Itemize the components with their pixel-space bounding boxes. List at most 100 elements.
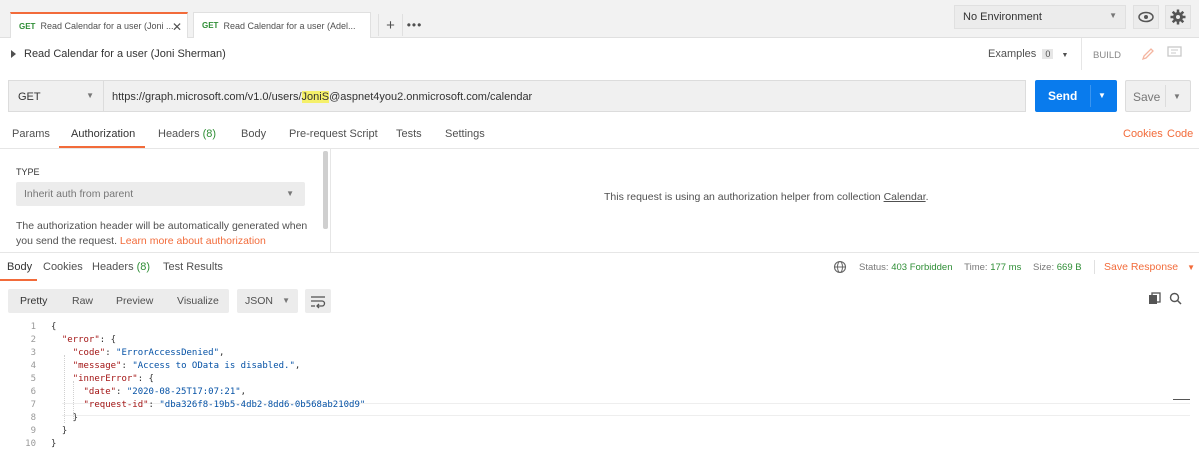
code-line: 7 "request-id": "dba326f8-19b5-4db2-8dd6…: [0, 399, 1190, 412]
send-button[interactable]: Send ▼: [1035, 80, 1117, 112]
environment-quick-look-button[interactable]: [1133, 5, 1159, 29]
more-tabs-icon[interactable]: •••: [402, 14, 426, 36]
wrap-lines-icon: [311, 296, 326, 309]
code-line: 3 "code": "ErrorAccessDenied",: [0, 347, 1190, 360]
tab-headers-label: Headers: [158, 128, 200, 140]
line-number: 2: [30, 335, 36, 345]
auth-helper-text: This request is using an authorization h…: [604, 191, 881, 203]
response-tab-cookies[interactable]: Cookies: [43, 261, 83, 273]
time-label: Time:: [964, 262, 988, 273]
auth-type-label: TYPE: [16, 167, 40, 177]
chevron-down-icon[interactable]: ▼: [1098, 91, 1106, 100]
scrollbar[interactable]: [323, 151, 328, 229]
response-language-value: JSON: [245, 295, 274, 307]
send-label: Send: [1048, 89, 1078, 103]
active-tab-indicator: [0, 279, 37, 281]
globe-icon[interactable]: [833, 260, 847, 277]
environment-value: No Environment: [963, 11, 1042, 23]
request-title-row: Read Calendar for a user (Joni Sherman) …: [0, 38, 1199, 70]
comments-icon[interactable]: [1167, 46, 1183, 63]
response-headers-label: Headers: [92, 261, 134, 273]
divider: [330, 149, 331, 252]
line-number: 10: [25, 439, 36, 449]
chevron-down-icon: ▼: [1061, 52, 1069, 59]
request-tab[interactable]: GET Read Calendar for a user (Adel...: [193, 12, 371, 38]
copy-icon[interactable]: [1148, 292, 1161, 308]
save-response-button[interactable]: Save Response ▼: [1104, 261, 1195, 273]
line-content: "request-id": "dba326f8-19b5-4db2-8dd6-0…: [83, 400, 366, 410]
tab-settings[interactable]: Settings: [445, 128, 485, 140]
line-content: }: [51, 413, 79, 423]
line-content: "innerError": {: [72, 374, 154, 384]
code-line: 8 }: [0, 412, 1190, 425]
search-icon[interactable]: [1169, 292, 1182, 308]
line-content: {: [51, 322, 57, 332]
build-label[interactable]: BUILD: [1093, 50, 1121, 61]
wrap-lines-button[interactable]: [305, 289, 331, 313]
tab-body[interactable]: Body: [241, 128, 266, 140]
code-link[interactable]: Code: [1167, 128, 1193, 140]
line-number: 7: [30, 400, 36, 410]
expand-caret-icon[interactable]: [11, 50, 16, 58]
response-tab-headers[interactable]: Headers (8): [92, 261, 150, 273]
new-tab-plus-icon[interactable]: +: [378, 14, 402, 36]
url-input[interactable]: https://graph.microsoft.com/v1.0/users/J…: [103, 80, 1026, 112]
line-content: }: [51, 426, 68, 436]
divider: [0, 148, 1199, 149]
format-pretty[interactable]: Pretty: [20, 295, 47, 307]
chevron-down-icon: ▼: [1109, 11, 1117, 20]
tab-strip: GET Read Calendar for a user (Joni ... ✕…: [0, 0, 1199, 38]
code-line: 2 "error": {: [0, 334, 1190, 347]
response-body-editor[interactable]: 1{ 2 "error": { 3 "code": "ErrorAccessDe…: [0, 321, 1190, 458]
response-tab-test-results[interactable]: Test Results: [163, 261, 223, 273]
line-number: 8: [30, 413, 36, 423]
response-status-bar: Status: 403 Forbidden Time: 177 ms Size:…: [859, 262, 1082, 273]
examples-dropdown[interactable]: Examples 0 ▼: [988, 48, 1068, 60]
cookies-link[interactable]: Cookies: [1123, 128, 1163, 140]
save-label: Save: [1133, 90, 1161, 104]
chevron-down-icon: ▼: [286, 189, 294, 198]
chevron-down-icon[interactable]: ▼: [1173, 92, 1181, 101]
status-label: Status:: [859, 262, 889, 273]
tab-authorization[interactable]: Authorization: [71, 128, 135, 140]
save-button[interactable]: Save ▼: [1125, 80, 1191, 112]
save-response-label: Save Response: [1104, 261, 1179, 273]
code-line: 1{: [0, 321, 1190, 334]
environment-select[interactable]: No Environment ▼: [954, 5, 1126, 29]
code-line: 10}: [0, 438, 1190, 451]
divider: [0, 252, 1199, 253]
edit-pencil-icon[interactable]: [1141, 47, 1155, 64]
format-raw[interactable]: Raw: [72, 295, 93, 307]
request-tab-active[interactable]: GET Read Calendar for a user (Joni ... ✕: [10, 12, 188, 38]
time-value[interactable]: 177 ms: [990, 262, 1021, 273]
http-method-select[interactable]: GET ▼: [8, 80, 104, 112]
close-icon[interactable]: ✕: [172, 20, 182, 34]
code-line: 6 "date": "2020-08-25T17:07:21",: [0, 386, 1190, 399]
divider: [1094, 260, 1095, 274]
examples-count: 0: [1042, 49, 1054, 59]
http-method-value: GET: [18, 91, 41, 103]
url-highlighted-segment: JoniS: [301, 91, 330, 103]
line-number: 4: [30, 361, 36, 371]
format-visualize[interactable]: Visualize: [177, 295, 219, 307]
response-headers-count: (8): [136, 261, 151, 273]
settings-button[interactable]: [1165, 5, 1191, 29]
response-tab-body[interactable]: Body: [7, 261, 32, 273]
format-preview[interactable]: Preview: [116, 295, 153, 307]
gear-icon: [1170, 9, 1186, 25]
eye-icon: [1138, 11, 1154, 23]
collection-link[interactable]: Calendar: [884, 191, 926, 203]
tab-tests[interactable]: Tests: [396, 128, 422, 140]
line-content: "error": {: [61, 335, 117, 345]
response-language-select[interactable]: JSON ▼: [237, 289, 298, 313]
tab-label: Read Calendar for a user (Joni ...: [40, 21, 174, 31]
size-value[interactable]: 669 B: [1057, 262, 1082, 273]
learn-more-authorization-link[interactable]: Learn more about authorization: [120, 235, 266, 247]
tab-pre-request-script[interactable]: Pre-request Script: [289, 128, 378, 140]
auth-type-select[interactable]: Inherit auth from parent ▼: [16, 182, 305, 206]
tab-params[interactable]: Params: [12, 128, 50, 140]
status-value[interactable]: 403 Forbidden: [891, 262, 952, 273]
url-suffix: @aspnet4you2.onmicrosoft.com/calendar: [329, 91, 533, 103]
tab-headers[interactable]: Headers (8): [158, 128, 216, 140]
request-title[interactable]: Read Calendar for a user (Joni Sherman): [24, 48, 226, 60]
